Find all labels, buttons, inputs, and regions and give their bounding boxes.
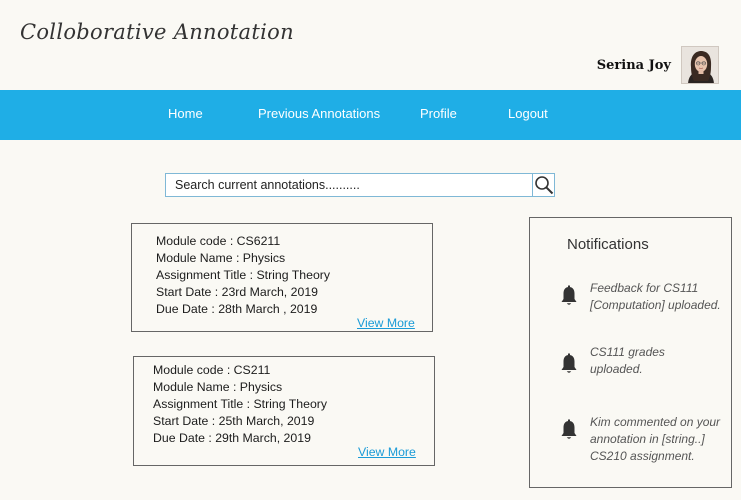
avatar[interactable]	[681, 46, 719, 84]
nav-profile[interactable]: Profile	[420, 106, 457, 121]
nav-logout[interactable]: Logout	[508, 106, 548, 121]
due-date: Due Date : 29th March, 2019	[153, 431, 311, 445]
assignment-title: Assignment Title : String Theory	[156, 268, 331, 282]
view-more-link[interactable]: View More	[357, 316, 415, 330]
search-icon	[535, 176, 554, 195]
bell-icon	[561, 419, 577, 439]
assignment-title: Assignment Title : String Theory	[153, 397, 328, 411]
notification-line: CS210 assignment.	[590, 449, 695, 463]
nav-home[interactable]: Home	[168, 106, 203, 121]
notification-line: annotation in [string..]	[590, 432, 705, 446]
nav-previous-annotations[interactable]: Previous Annotations	[258, 106, 380, 121]
start-date: Start Date : 23rd March, 2019	[156, 285, 318, 299]
start-date: Start Date : 25th March, 2019	[153, 414, 315, 428]
view-more-link[interactable]: View More	[358, 445, 416, 459]
app-title: Colloborative Annotation	[20, 20, 294, 44]
module-code: Module code : CS211	[153, 363, 271, 377]
notification-line: uploaded.	[590, 362, 643, 376]
bell-icon	[561, 285, 577, 305]
notifications-panel: Notifications Feedback for CS111 [Comput…	[529, 217, 732, 488]
module-code: Module code : CS6211	[156, 234, 281, 248]
due-date: Due Date : 28th March , 2019	[156, 302, 318, 316]
module-name: Module Name : Physics	[153, 380, 283, 394]
notification-line: Kim commented on your	[590, 415, 721, 429]
notifications-title: Notifications	[567, 236, 649, 253]
user-name: Serina Joy	[596, 57, 671, 73]
bell-icon	[561, 353, 577, 373]
search-button[interactable]	[532, 174, 554, 196]
search-bar	[165, 173, 555, 197]
notification-line: [Computation] uploaded.	[590, 298, 721, 312]
notification-line: Feedback for CS111	[590, 281, 699, 295]
assignment-card: Module code : CS6211 Module Name : Physi…	[131, 223, 433, 332]
search-input[interactable]	[166, 174, 532, 196]
assignment-card: Module code : CS211 Module Name : Physic…	[133, 356, 435, 466]
notification-line: CS111 grades	[590, 345, 665, 359]
user-profile: Serina Joy	[597, 46, 719, 84]
module-name: Module Name : Physics	[156, 251, 286, 265]
navbar: Home Previous Annotations Profile Logout	[0, 90, 741, 140]
